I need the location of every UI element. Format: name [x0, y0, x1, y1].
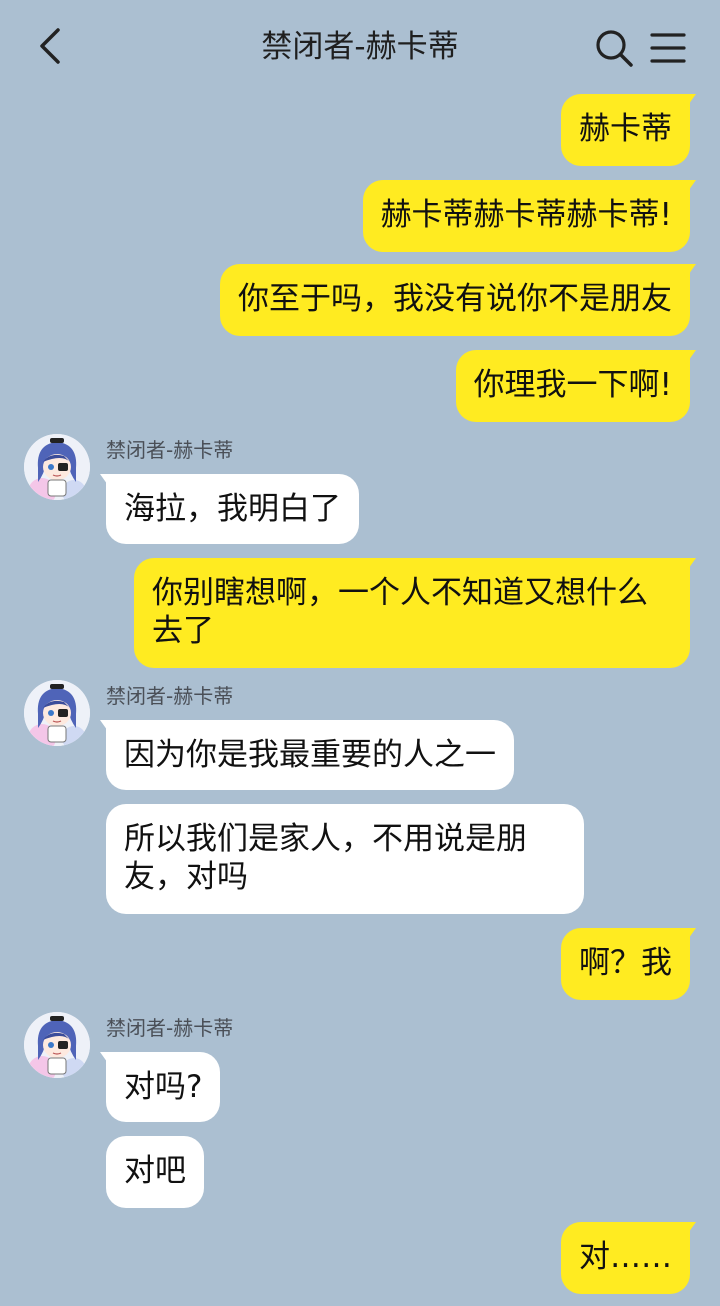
message-row-incoming: 海拉，我明白了 — [100, 474, 359, 544]
avatar[interactable] — [24, 680, 90, 746]
bubble-tail — [680, 350, 696, 364]
message-bubble[interactable]: 对吗? — [106, 1052, 221, 1122]
message-row-outgoing: 你别瞎想啊，一个人不知道又想什么去了 — [134, 558, 696, 668]
chevron-left-icon — [40, 28, 60, 64]
sender-name: 禁闭者-赫卡蒂 — [106, 1016, 234, 1040]
message-row-incoming: 因为你是我最重要的人之一 — [100, 720, 514, 790]
message-row-outgoing: 对…… — [561, 1222, 696, 1294]
search-icon — [596, 30, 633, 67]
message-bubble[interactable]: 因为你是我最重要的人之一 — [106, 720, 514, 790]
message-row-outgoing: 你理我一下啊! — [455, 350, 696, 422]
message-bubble[interactable]: 对…… — [561, 1222, 690, 1294]
message-row-outgoing: 啊？我 — [561, 928, 696, 1000]
sender-name: 禁闭者-赫卡蒂 — [106, 684, 234, 708]
sender-name: 禁闭者-赫卡蒂 — [106, 438, 234, 462]
bubble-tail — [100, 720, 116, 734]
character-avatar-icon — [24, 680, 90, 746]
hamburger-menu-icon — [650, 33, 686, 63]
chat-screen: 禁闭者-赫卡蒂 赫卡蒂 赫卡蒂赫卡蒂赫卡蒂! 你至于吗，我没有说你不是朋友 你理… — [0, 0, 720, 1306]
message-row-incoming: 所以我们是家人，不用说是朋友，对吗 — [106, 804, 584, 914]
character-avatar-icon — [24, 1012, 90, 1078]
message-bubble[interactable]: 海拉，我明白了 — [106, 474, 359, 544]
message-bubble[interactable]: 你至于吗，我没有说你不是朋友 — [220, 264, 690, 336]
message-row-incoming: 对吧 — [106, 1136, 204, 1208]
message-row-outgoing: 赫卡蒂 — [561, 94, 696, 166]
message-row-outgoing: 你至于吗，我没有说你不是朋友 — [220, 264, 696, 336]
message-bubble[interactable]: 对吧 — [106, 1136, 204, 1208]
message-bubble[interactable]: 赫卡蒂 — [561, 94, 690, 166]
back-button[interactable] — [34, 26, 68, 66]
search-button[interactable] — [594, 28, 634, 68]
character-avatar-icon — [24, 434, 90, 500]
message-bubble[interactable]: 啊？我 — [561, 928, 690, 1000]
bubble-tail — [100, 1052, 116, 1066]
bubble-tail — [680, 94, 696, 108]
avatar[interactable] — [24, 1012, 90, 1078]
message-bubble[interactable]: 你别瞎想啊，一个人不知道又想什么去了 — [134, 558, 690, 668]
menu-button[interactable] — [650, 30, 686, 66]
message-bubble[interactable]: 赫卡蒂赫卡蒂赫卡蒂! — [362, 180, 690, 252]
bubble-tail — [680, 928, 696, 942]
message-bubble[interactable]: 你理我一下啊! — [455, 350, 690, 422]
bubble-tail — [680, 180, 696, 194]
bubble-tail — [680, 264, 696, 278]
message-bubble[interactable]: 所以我们是家人，不用说是朋友，对吗 — [106, 804, 584, 914]
avatar[interactable] — [24, 434, 90, 500]
bubble-tail — [100, 474, 116, 488]
chat-header: 禁闭者-赫卡蒂 — [0, 0, 720, 92]
message-row-incoming: 对吗? — [100, 1052, 221, 1122]
bubble-tail — [680, 558, 696, 572]
message-row-outgoing: 赫卡蒂赫卡蒂赫卡蒂! — [362, 180, 696, 252]
bubble-tail — [680, 1222, 696, 1236]
